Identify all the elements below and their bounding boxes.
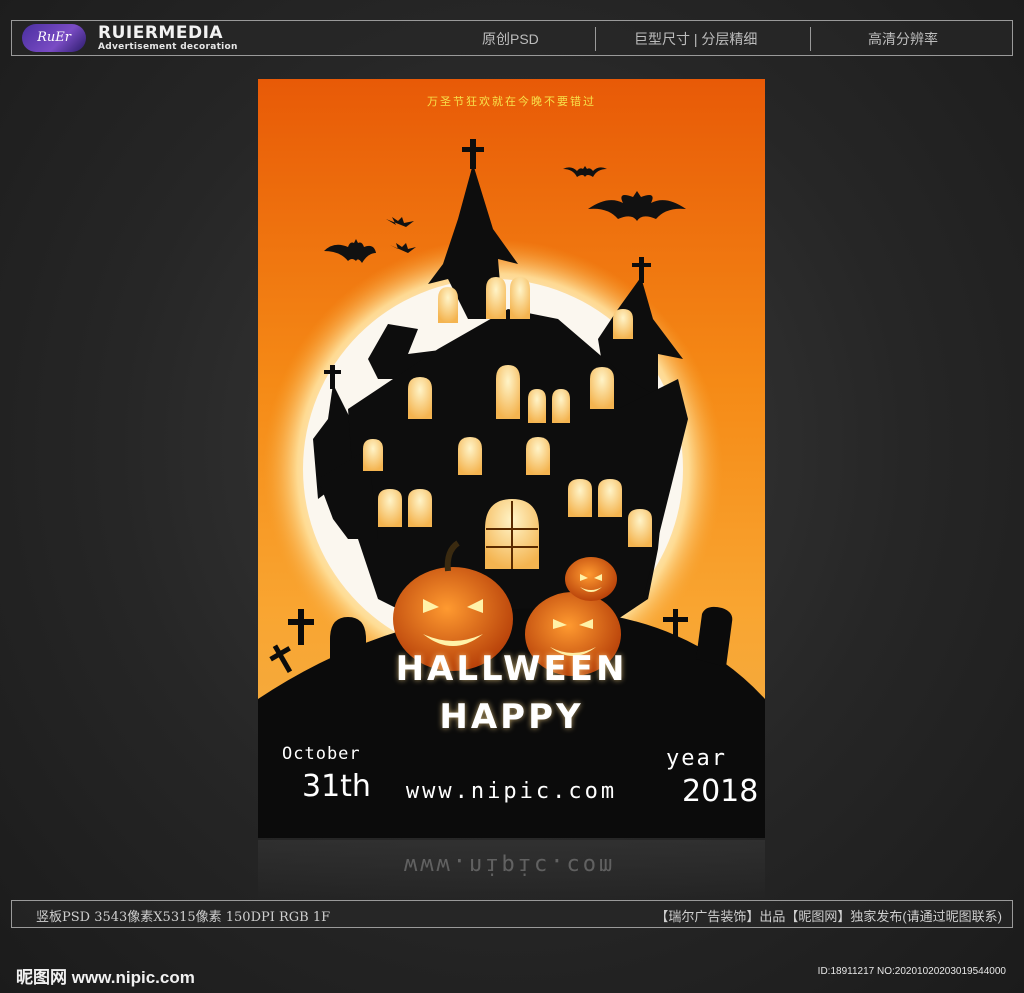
poster-subtitle: HAPPY: [439, 697, 584, 737]
year-label: year: [666, 746, 727, 771]
ruier-logo: RuEr: [22, 24, 86, 52]
divider: [810, 27, 811, 51]
top-item-resolution: 高清分辨率: [868, 31, 938, 47]
poster-title: HALLWEEN: [395, 649, 628, 689]
top-info-bar: RuEr RUIERMEDIA Advertisement decoration…: [11, 20, 1013, 56]
credit-text: 【瑞尔广告装饰】出品【昵图网】独家发布(请通过昵图联系): [655, 909, 1002, 924]
website-reflection: www.nipic.com: [404, 853, 616, 878]
divider: [595, 27, 596, 51]
halloween-poster: 万圣节狂欢就在今晚不要错过 HALLWEEN HAPPY October 31t…: [258, 79, 765, 838]
nipic-logo: 昵图网 www.nipic.com: [16, 968, 195, 987]
reflection-text: www.nipic.com: [258, 838, 765, 888]
year-value: 2018: [682, 774, 759, 809]
top-item-size: 巨型尺寸 | 分层精细: [634, 31, 758, 47]
bottom-info-bar: 竖板PSD 3543像素X5315像素 150DPI RGB 1F 【瑞尔广告装…: [11, 900, 1013, 928]
top-item-original: 原创PSD: [482, 31, 539, 47]
poster-tagline: 万圣节狂欢就在今晚不要错过: [427, 95, 596, 108]
brand-name: RUIERMEDIA: [98, 23, 224, 43]
brand-subtitle: Advertisement decoration: [98, 42, 238, 52]
month-label: October: [282, 744, 361, 764]
image-id: ID:18911217 NO:20201020203019544000: [817, 966, 1006, 977]
spec-text: 竖板PSD 3543像素X5315像素 150DPI RGB 1F: [36, 910, 331, 925]
